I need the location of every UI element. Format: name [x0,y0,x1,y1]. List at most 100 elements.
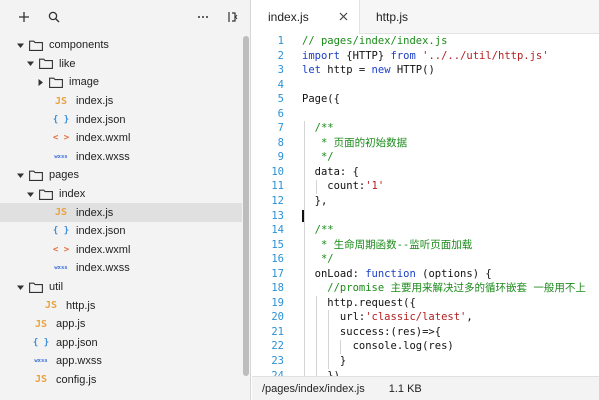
tree-folder[interactable]: index [0,185,242,204]
json-file-icon: { } [32,337,50,348]
indent-guide [304,121,305,376]
code-token: /** [302,224,334,237]
line-number: 24 [271,369,284,376]
close-icon[interactable] [338,11,349,22]
wxml-file-icon: < > [52,244,70,255]
tab-label: index.js [268,10,309,24]
tree-file[interactable]: { } index.json [0,222,242,241]
plus-icon[interactable] [16,9,32,25]
split-panel-icon[interactable] [225,9,241,25]
tree-item-label: index.wxml [76,132,131,145]
code-token: */ [302,253,334,266]
tree-file[interactable]: wxss index.wxss [0,259,242,278]
tab-index-js[interactable]: index.js [252,0,360,34]
tree-file[interactable]: JS index.js [0,92,242,111]
tab-http-js[interactable]: http.js [360,0,468,34]
chevron-down-icon[interactable] [24,188,36,200]
code-token: /** [302,122,334,135]
chevron-right-icon[interactable] [34,76,46,88]
line-number: 1 [277,35,284,47]
chevron-down-icon[interactable] [14,39,26,51]
tree-file[interactable]: { } app.json [0,334,242,353]
code-token: (options) { [415,267,492,280]
code-line: 5 Page({ [252,92,599,107]
wxss-file-icon: wxss [54,153,68,160]
folder-icon [29,281,43,293]
tree-file[interactable]: < > index.wxml [0,241,242,260]
folder-icon [29,39,43,51]
search-icon[interactable] [46,9,62,25]
code-text: /** [284,121,334,136]
code-text: onLoad: function (options) { [284,267,492,282]
code-text: * 页面的初始数据 [284,136,407,151]
tree-folder[interactable]: util [0,278,242,297]
js-file-icon: JS [44,300,58,312]
tree-item-label: index.json [76,113,126,126]
tree-item-label: index.wxss [76,262,130,275]
indent-guide [328,310,329,369]
line-number: 15 [271,238,284,251]
tree-folder[interactable]: image [0,73,242,92]
chevron-down-icon[interactable] [14,281,26,293]
folder-icon [49,76,63,88]
code-token: '1' [365,180,385,193]
line-number: 8 [277,136,284,149]
js-file-icon: JS [34,318,48,330]
line-number: 22 [271,340,284,353]
tab-label: http.js [376,10,409,24]
wxss-file-icon: wxss [34,358,48,365]
explorer-scrollbar[interactable] [243,36,249,376]
tree-file[interactable]: JS index.js [0,203,242,222]
tree-file[interactable]: wxss app.wxss [0,352,242,371]
code-token: Page({ [302,93,340,106]
file-path: /pages/index/index.js [262,382,365,395]
tree-item-label: pages [49,169,79,182]
tree-file[interactable]: JS config.js [0,371,242,390]
indent-guide [316,295,317,376]
code-area[interactable]: 1// pages/index/index.js 2 import {HTTP} f… [252,34,599,376]
tree-file[interactable]: { } index.json [0,110,242,129]
code-line: 4 [252,78,599,93]
tree-folder[interactable]: pages [0,166,242,185]
json-file-icon: { } [52,114,70,125]
code-token: http = [320,64,372,77]
folder-icon [29,169,43,181]
code-token: data: { [302,165,359,178]
line-number: 21 [271,325,284,338]
line-number: 19 [271,296,284,309]
line-number: 10 [271,165,284,178]
code-token: * 页面的初始数据 [302,136,408,149]
code-token: url: [302,311,366,324]
code-token: {HTTP} [339,49,391,62]
chevron-down-icon[interactable] [24,58,36,70]
tree-file[interactable]: JS http.js [0,296,242,315]
code-text: */ [284,252,334,267]
code-text: url:'classic/latest', [284,310,473,325]
tree-folder[interactable]: like [0,55,242,74]
tree-file[interactable]: wxss index.wxss [0,148,242,167]
file-explorer: components like image JS index.js{ } index.js… [0,0,251,400]
code-token: http.request({ [302,296,416,309]
tree-file[interactable]: JS app.js [0,315,242,334]
code-text: count:'1' [284,179,384,194]
ellipsis-icon[interactable] [195,9,211,25]
code-text: let http = new HTTP() [284,63,435,78]
line-number: 13 [271,209,284,222]
tree-item-label: app.json [56,336,98,349]
tree-file[interactable]: < > index.wxml [0,129,242,148]
code-text: //promise 主要用来解决过多的循环嵌套 一般用不上 [284,281,586,296]
chevron-down-icon[interactable] [14,169,26,181]
code-text: Page({ [284,92,340,107]
tree-folder[interactable]: components [0,36,242,55]
tree-item-label: config.js [56,373,97,386]
tree-item-label: index.json [76,225,126,238]
line-number: 16 [271,253,284,266]
tree-item-label: index.wxml [76,243,131,256]
status-bar: /pages/index/index.js 1.1 KB [252,376,599,400]
code-text: /** [284,223,334,238]
wxss-file-icon: wxss [54,265,68,272]
line-number: 23 [271,355,284,368]
